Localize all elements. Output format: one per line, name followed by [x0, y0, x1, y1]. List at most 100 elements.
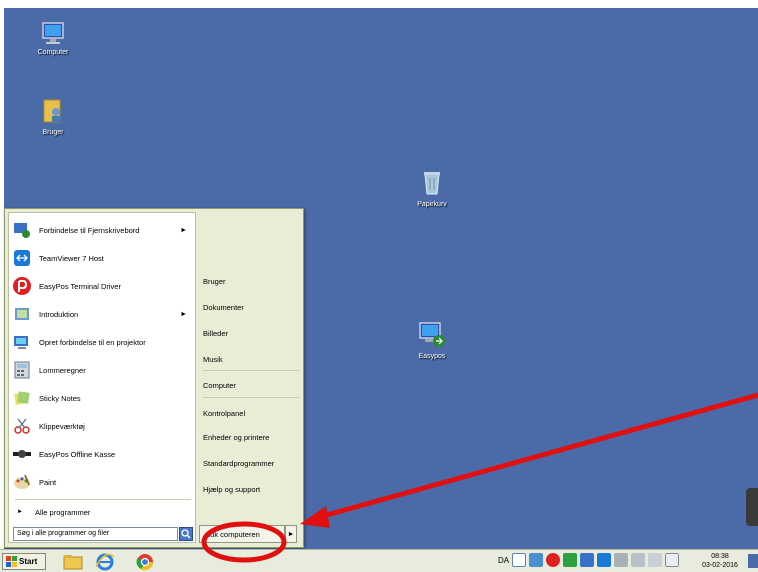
places-item-label: Kontrolpanel [203, 408, 246, 418]
windows-logo-icon [6, 556, 17, 567]
start-menu: Forbindelse til Fjernskrivebord ► TeamVi… [4, 208, 304, 548]
program-item-label: Lommeregner [39, 365, 86, 375]
clock-date: 03-02-2016 [702, 562, 738, 569]
all-programs-label: Alle programmer [34, 507, 91, 517]
divider [203, 370, 299, 371]
sticky-notes-icon [11, 387, 33, 409]
network-icon[interactable] [631, 553, 645, 567]
submenu-arrow-icon: ► [180, 226, 187, 234]
search-button[interactable] [179, 527, 193, 541]
shutdown-button[interactable]: Luk computeren [199, 525, 285, 543]
triangle-right-icon: ► [17, 509, 23, 515]
program-item-label: Introduktion [39, 309, 79, 319]
projector-icon [11, 331, 33, 353]
program-item-label: Paint [39, 477, 57, 487]
start-label: Start [19, 557, 38, 566]
taskbar: Start DA 08:38 03-02-2016 [0, 549, 758, 572]
chrome-icon [136, 553, 154, 570]
tray-teamviewer-icon[interactable] [597, 553, 611, 567]
paint-palette-icon [11, 471, 33, 493]
program-item-label: Klippeværktøj [39, 421, 85, 431]
taskbar-chrome[interactable] [134, 552, 156, 571]
places-item-label: Billeder [203, 328, 229, 338]
desktop-icon-user-folder[interactable]: Bruger [18, 96, 88, 136]
language-indicator[interactable]: DA [498, 556, 509, 565]
tray-easypos-icon[interactable] [546, 553, 560, 567]
places-item-label: Musik [203, 354, 223, 364]
shutdown-label: Luk computeren [206, 529, 260, 539]
computer-icon [42, 22, 64, 44]
places-item-help-support[interactable]: Hjælp og support [203, 479, 299, 499]
search-input[interactable]: Søg i alle programmer og filer [13, 527, 178, 541]
tray-green-icon[interactable] [563, 553, 577, 567]
start-button[interactable]: Start [2, 553, 46, 570]
flag-icon[interactable] [665, 553, 679, 567]
scissors-icon [11, 415, 33, 437]
program-item-introduktion[interactable]: Introduktion ► [11, 301, 193, 327]
start-menu-programs-pane: Forbindelse til Fjernskrivebord ► TeamVi… [8, 212, 196, 543]
folder-icon [63, 554, 83, 569]
taskbar-explorer[interactable] [62, 552, 84, 571]
system-tray [512, 553, 679, 567]
all-programs-button[interactable]: ► Alle programmer [11, 504, 193, 520]
triangle-right-icon: ► [287, 530, 295, 538]
internet-explorer-icon [95, 553, 115, 570]
places-item-documents[interactable]: Dokumenter [203, 297, 299, 317]
program-item-remote-desktop[interactable]: Forbindelse til Fjernskrivebord ► [11, 217, 193, 243]
program-item-calculator[interactable]: Lommeregner [11, 357, 193, 383]
clock[interactable]: 08:38 03-02-2016 [700, 552, 740, 570]
places-item-user[interactable]: Bruger [203, 271, 299, 291]
desktop-icon-recycle-bin[interactable]: Papirkurv [397, 168, 467, 208]
program-item-projector[interactable]: Opret forbindelse til en projektor [11, 329, 193, 355]
user-folder-icon [43, 99, 61, 123]
places-item-pictures[interactable]: Billeder [203, 323, 299, 343]
teamviewer-icon [11, 247, 33, 269]
easypos-offline-icon [11, 443, 33, 465]
desktop-icon-easypos[interactable]: Easypos [397, 320, 467, 360]
desktop-icon-label: Bruger [42, 129, 64, 136]
program-item-snipping-tool[interactable]: Klippeværktøj [11, 413, 193, 439]
program-item-sticky-notes[interactable]: Sticky Notes [11, 385, 193, 411]
places-item-label: Computer [203, 380, 236, 390]
places-item-computer[interactable]: Computer [203, 375, 299, 395]
taskbar-internet-explorer[interactable] [94, 552, 116, 571]
desktop-icon-computer[interactable]: Computer [18, 20, 88, 56]
remote-desktop-icon [419, 322, 445, 347]
start-menu-places-pane: Bruger Dokumenter Billeder Musik Compute… [199, 209, 303, 547]
introduction-icon [11, 303, 33, 325]
program-item-easypos-offline[interactable]: EasyPos Offline Kasse [11, 441, 193, 467]
program-item-label: EasyPos Offline Kasse [39, 449, 116, 459]
calculator-icon [11, 359, 33, 381]
tray-blue-icon[interactable] [580, 553, 594, 567]
tray-people-icon[interactable] [529, 553, 543, 567]
places-item-label: Dokumenter [203, 302, 244, 312]
program-item-label: Sticky Notes [39, 393, 81, 403]
desktop-icon-label: Papirkurv [417, 201, 447, 208]
shutdown-options-button[interactable]: ► [285, 525, 297, 543]
speaker-icon[interactable] [648, 553, 662, 567]
search-icon [181, 529, 191, 539]
partial-window-edge [746, 488, 758, 526]
divider [203, 397, 299, 398]
remote-desktop-icon [11, 219, 33, 241]
desktop-icon-label: Easypos [418, 353, 446, 360]
places-item-label: Hjælp og support [203, 484, 261, 494]
program-item-teamviewer[interactable]: TeamViewer 7 Host [11, 245, 193, 271]
program-item-label: Forbindelse til Fjernskrivebord [39, 225, 140, 235]
places-item-music[interactable]: Musik [203, 349, 299, 369]
program-item-label: TeamViewer 7 Host [39, 253, 104, 263]
places-item-default-programs[interactable]: Standardprogrammer [203, 453, 299, 473]
places-item-label: Standardprogrammer [203, 458, 275, 468]
divider [15, 499, 191, 500]
easypos-icon [11, 275, 33, 297]
program-item-label: Opret forbindelse til en projektor [39, 337, 146, 347]
volume-icon[interactable] [614, 553, 628, 567]
program-item-easypos-terminal[interactable]: EasyPos Terminal Driver [11, 273, 193, 299]
places-item-control-panel[interactable]: Kontrolpanel [203, 403, 299, 423]
program-item-paint[interactable]: Paint [11, 469, 193, 495]
show-desktop-button[interactable] [748, 554, 758, 568]
desktop-icon-label: Computer [37, 49, 69, 56]
places-item-devices-printers[interactable]: Enheder og printere [203, 427, 299, 447]
tray-grid-icon[interactable] [512, 553, 526, 567]
submenu-arrow-icon: ► [180, 310, 187, 318]
